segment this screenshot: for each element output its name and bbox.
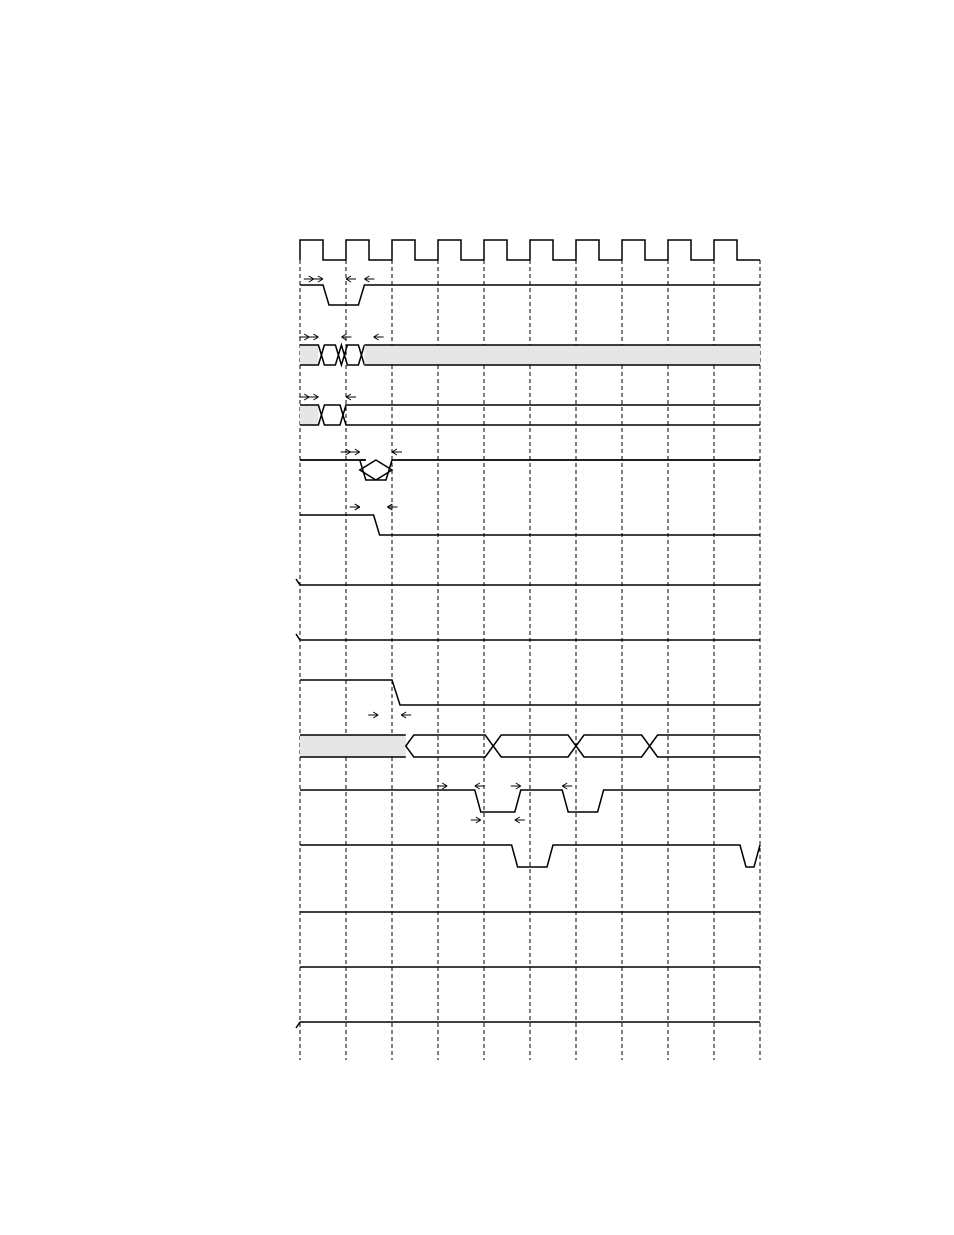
timing-diagram — [0, 0, 954, 1235]
